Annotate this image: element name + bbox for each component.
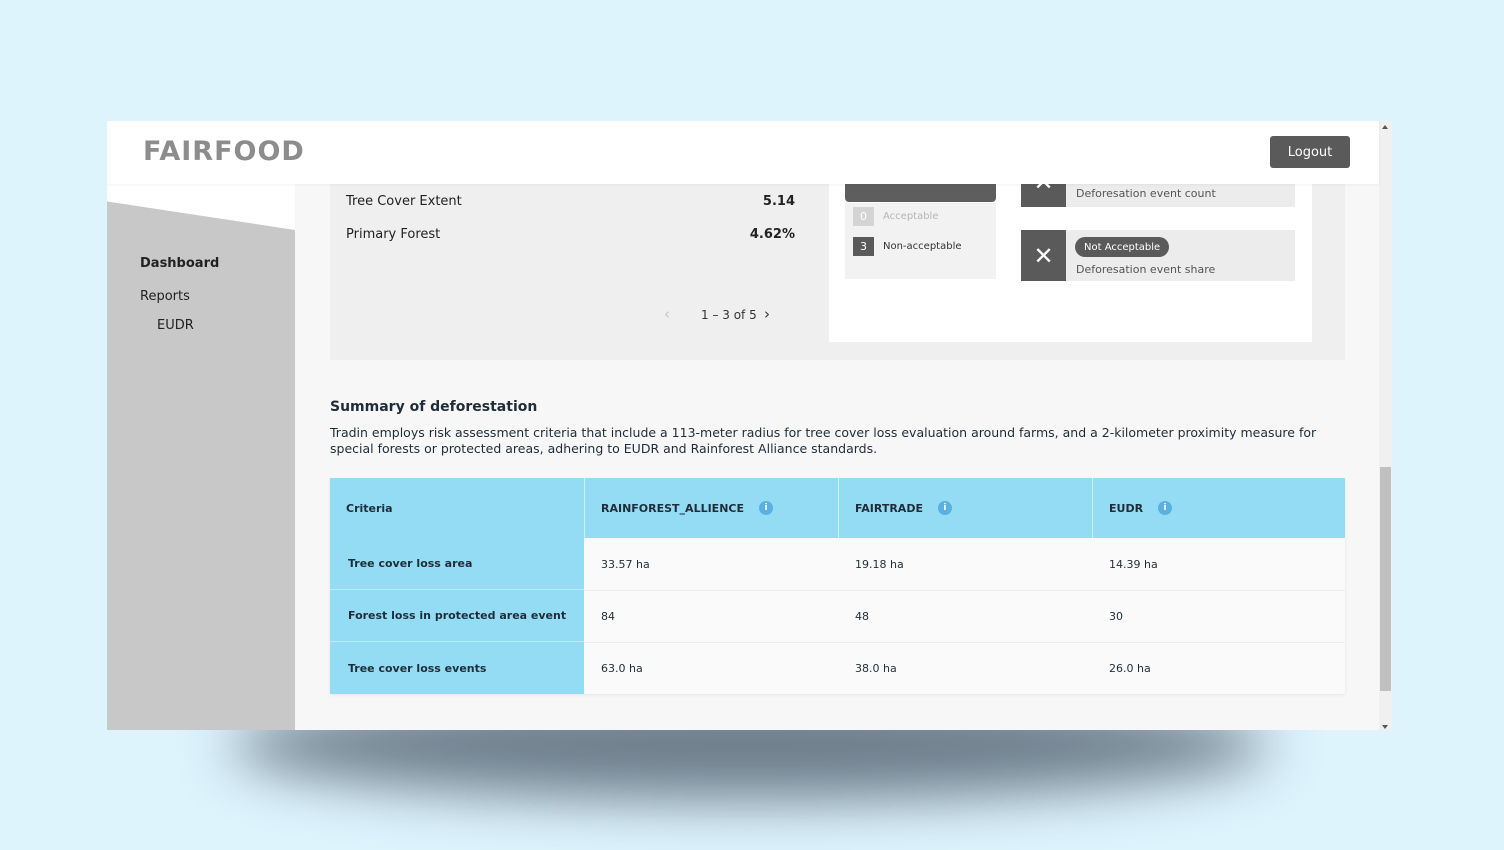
logout-button[interactable]: Logout xyxy=(1270,136,1350,168)
table-cell: 48 xyxy=(855,609,869,623)
sidebar-header-wedge xyxy=(107,184,295,230)
table-row-criteria: Tree cover loss events xyxy=(330,642,584,694)
header-label: FAIRTRADE xyxy=(855,501,923,515)
risk-card-event-share: ✕ Not Acceptable Deforesation event shar… xyxy=(1021,230,1295,281)
table-row-criteria: Tree cover loss area xyxy=(330,538,584,590)
table-cell: 14.39 ha xyxy=(1109,557,1158,571)
sidebar-item-dashboard[interactable]: Dashboard xyxy=(140,256,219,271)
main-content: Tree Cover Extent 5.14 Primary Forest 4.… xyxy=(295,121,1379,730)
table-cell: 63.0 ha xyxy=(601,661,643,675)
deforestation-table: Criteria RAINFOREST_ALLIENCE i FAIRTRADE i… xyxy=(330,478,1345,694)
table-cell: 30 xyxy=(1109,609,1123,623)
sidebar-item-reports[interactable]: Reports xyxy=(140,289,190,304)
sidebar: Dashboard Reports EUDR xyxy=(107,184,295,730)
table-cell: 84 xyxy=(601,609,615,623)
forest-metrics-card: Tree Cover Extent 5.14 Primary Forest 4.… xyxy=(330,152,1345,360)
scroll-up-arrow-icon[interactable] xyxy=(1382,125,1388,129)
table-cell: 38.0 ha xyxy=(855,661,897,675)
legend-label: Non-acceptable xyxy=(883,241,962,252)
app-window: FAIRFOOD Logout Dashboard Reports EUDR T… xyxy=(107,121,1392,730)
close-x-icon: ✕ xyxy=(1021,230,1066,281)
info-icon[interactable]: i xyxy=(759,501,773,515)
column-divider xyxy=(1092,478,1093,538)
metric-value: 4.62% xyxy=(749,227,795,242)
metric-label: Primary Forest xyxy=(346,227,441,242)
legend-count: 3 xyxy=(853,237,874,256)
header-label: RAINFOREST_ALLIENCE xyxy=(601,501,744,515)
scroll-down-arrow-icon[interactable] xyxy=(1382,725,1388,729)
pager-range: 1 – 3 of 5 xyxy=(701,308,757,322)
table-cell: 33.57 ha xyxy=(601,557,650,571)
table-cell: 19.18 ha xyxy=(855,557,904,571)
metric-value: 5.14 xyxy=(762,194,795,209)
metric-label: Tree Cover Extent xyxy=(346,194,462,209)
info-icon[interactable]: i xyxy=(1158,501,1173,515)
summary-description: Tradin employs risk assessment criteria … xyxy=(330,425,1317,456)
risk-panel: 0 Acceptable 3 Non-acceptable ✕ Deforesa… xyxy=(829,152,1312,342)
scrollbar-thumb[interactable] xyxy=(1380,467,1391,691)
vertical-scrollbar[interactable] xyxy=(1379,121,1392,730)
table-cell: 26.0 ha xyxy=(1109,661,1151,675)
table-header-fairtrade: FAIRTRADE i xyxy=(838,478,1092,538)
status-badge: Not Acceptable xyxy=(1075,237,1170,257)
pager-next-button[interactable]: › xyxy=(764,305,770,323)
header-label: EUDR xyxy=(1109,501,1144,515)
table-row-criteria: Forest loss in protected area event xyxy=(330,590,584,642)
table-header-eudr: EUDR i xyxy=(1092,478,1345,538)
table-header-criteria: Criteria xyxy=(330,478,584,538)
header-label: Criteria xyxy=(346,501,393,515)
legend-label: Acceptable xyxy=(883,211,939,222)
risk-label: Deforesation event count xyxy=(1076,187,1216,200)
legend-box: 0 Acceptable 3 Non-acceptable xyxy=(845,203,996,279)
legend-item-acceptable: 0 Acceptable xyxy=(853,207,939,226)
info-icon[interactable]: i xyxy=(937,501,952,515)
top-header: FAIRFOOD Logout xyxy=(107,121,1379,184)
risk-label: Deforesation event share xyxy=(1076,263,1216,276)
column-divider xyxy=(838,478,839,538)
legend-count: 0 xyxy=(853,207,874,226)
fairfood-logo: FAIRFOOD xyxy=(143,136,305,167)
legend-item-non-acceptable: 3 Non-acceptable xyxy=(853,237,962,256)
table-header-rainforest: RAINFOREST_ALLIENCE i xyxy=(584,478,838,538)
column-divider xyxy=(584,478,585,538)
summary-title: Summary of deforestation xyxy=(330,399,538,415)
pager-prev-button[interactable]: ‹ xyxy=(664,305,670,323)
sidebar-item-eudr[interactable]: EUDR xyxy=(157,318,194,333)
